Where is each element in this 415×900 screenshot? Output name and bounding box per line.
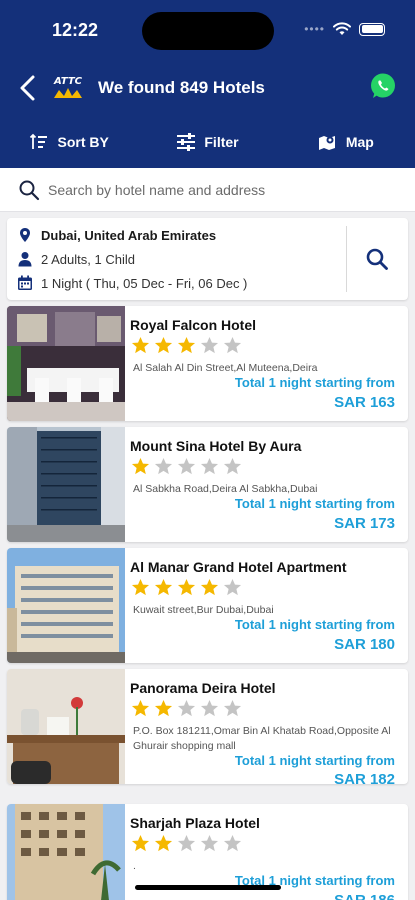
hotel-address: Kuwait street,Bur Dubai,Dubai <box>133 604 274 616</box>
attc-logo: ATTC <box>53 76 83 98</box>
sort-label: Sort BY <box>57 134 109 150</box>
whatsapp-icon[interactable] <box>369 72 397 100</box>
hotel-address: P.O. Box 181211,Omar Bin Al Khatab Road,… <box>133 725 391 752</box>
hotel-name: Panorama Deira Hotel <box>130 680 276 696</box>
status-time: 12:22 <box>52 20 99 40</box>
hotel-card[interactable]: Royal Falcon Hotel Al Salah Al Din Street… <box>7 306 408 421</box>
summary-divider <box>346 226 347 292</box>
star-empty-icon <box>200 699 219 717</box>
star-rating <box>131 578 242 597</box>
signal-icon: •••• <box>304 22 325 36</box>
hotel-card[interactable]: Panorama Deira Hotel P.O. Box 181211,Omar… <box>7 669 408 784</box>
star-filled-icon <box>131 578 150 596</box>
price-label: Total 1 night starting from <box>234 753 395 768</box>
hotel-card[interactable]: Mount Sina Hotel By Aura Al Sabkha Road,D… <box>7 427 408 542</box>
search-icon <box>19 180 40 201</box>
star-empty-icon <box>200 457 219 475</box>
sort-button[interactable]: Sort BY <box>0 122 138 162</box>
price-label: Total 1 night starting from <box>234 617 395 632</box>
hotel-photo[interactable] <box>7 548 125 663</box>
modify-search-icon[interactable] <box>365 247 389 271</box>
filter-button[interactable]: Filter <box>138 122 276 162</box>
destination-row: Dubai, United Arab Emirates <box>17 227 216 243</box>
dates-row: 1 Night ( Thu, 05 Dec - Fri, 06 Dec ) <box>17 275 247 291</box>
battery-icon <box>359 22 385 36</box>
sort-icon <box>30 133 48 149</box>
star-filled-icon <box>154 834 173 852</box>
star-empty-icon <box>200 336 219 354</box>
star-filled-icon <box>131 699 150 717</box>
hotel-card[interactable]: Al Manar Grand Hotel Apartment Kuwait str… <box>7 548 408 663</box>
hotel-price: SAR 180 <box>334 636 395 653</box>
results-toolbar: Sort BY Filter Map <box>0 122 415 162</box>
hotel-photo[interactable] <box>7 669 125 784</box>
svg-text:ATTC: ATTC <box>53 76 83 87</box>
star-empty-icon <box>154 457 173 475</box>
wifi-icon <box>333 22 351 35</box>
hotel-name: Al Manar Grand Hotel Apartment <box>130 559 347 575</box>
person-icon <box>18 252 32 267</box>
calendar-icon <box>18 275 32 290</box>
guests-row: 2 Adults, 1 Child <box>17 251 135 267</box>
guests-text: 2 Adults, 1 Child <box>41 251 135 267</box>
hotel-name: Royal Falcon Hotel <box>130 317 257 333</box>
dynamic-island <box>142 12 274 50</box>
star-rating <box>131 699 242 718</box>
page-title: We found 849 Hotels <box>98 78 265 97</box>
star-rating <box>131 336 242 355</box>
star-filled-icon <box>154 699 173 717</box>
hotel-price: SAR 173 <box>334 515 395 532</box>
hotel-photo[interactable] <box>7 804 125 900</box>
status-icons: •••• <box>304 22 385 36</box>
nav-bar: ATTC We found 849 Hotels <box>0 66 415 110</box>
star-filled-icon <box>177 336 196 354</box>
home-indicator <box>135 885 281 890</box>
filter-label: Filter <box>204 134 239 150</box>
app-header: 12:22 •••• ATTC We found 849 Hotels Sort… <box>0 0 415 168</box>
star-rating <box>131 457 242 476</box>
star-empty-icon <box>223 336 242 354</box>
star-empty-icon <box>177 457 196 475</box>
star-empty-icon <box>223 457 242 475</box>
location-pin-icon <box>20 228 30 242</box>
hotel-search-bar <box>0 168 415 212</box>
hotel-name: Mount Sina Hotel By Aura <box>130 438 302 454</box>
star-empty-icon <box>223 834 242 852</box>
star-filled-icon <box>154 336 173 354</box>
hotel-price: SAR 163 <box>334 394 395 411</box>
price-label: Total 1 night starting from <box>234 375 395 390</box>
star-empty-icon <box>200 834 219 852</box>
star-empty-icon <box>177 834 196 852</box>
dates-text: 1 Night ( Thu, 05 Dec - Fri, 06 Dec ) <box>41 275 248 291</box>
star-empty-icon <box>223 699 242 717</box>
star-filled-icon <box>131 336 150 354</box>
back-arrow-icon[interactable] <box>16 74 40 102</box>
hotel-name: Sharjah Plaza Hotel <box>130 815 260 831</box>
hotel-address: Al Salah Al Din Street,Al Muteena,Deira <box>133 362 318 374</box>
star-filled-icon <box>177 578 196 596</box>
star-filled-icon <box>131 457 150 475</box>
map-icon <box>318 136 335 150</box>
map-button[interactable]: Map <box>277 122 415 162</box>
map-label: Map <box>345 134 374 150</box>
price-label: Total 1 night starting from <box>234 496 395 511</box>
star-filled-icon <box>200 578 219 596</box>
hotel-price: SAR 182 <box>334 771 395 784</box>
hotel-search-input[interactable] <box>48 176 398 204</box>
hotel-photo[interactable] <box>7 427 125 542</box>
destination-text: Dubai, United Arab Emirates <box>41 227 217 243</box>
hotel-photo[interactable] <box>7 306 125 421</box>
search-summary-card[interactable]: Dubai, United Arab Emirates 2 Adults, 1 … <box>7 218 408 300</box>
star-rating <box>131 834 242 853</box>
star-empty-icon <box>223 578 242 596</box>
star-filled-icon <box>154 578 173 596</box>
star-filled-icon <box>131 834 150 852</box>
status-bar: 12:22 •••• <box>0 0 415 60</box>
star-empty-icon <box>177 699 196 717</box>
hotel-price: SAR 186 <box>334 892 395 900</box>
filter-icon <box>177 133 196 151</box>
hotel-address: . <box>133 860 136 872</box>
hotel-address: Al Sabkha Road,Deira Al Sabkha,Dubai <box>133 483 318 495</box>
